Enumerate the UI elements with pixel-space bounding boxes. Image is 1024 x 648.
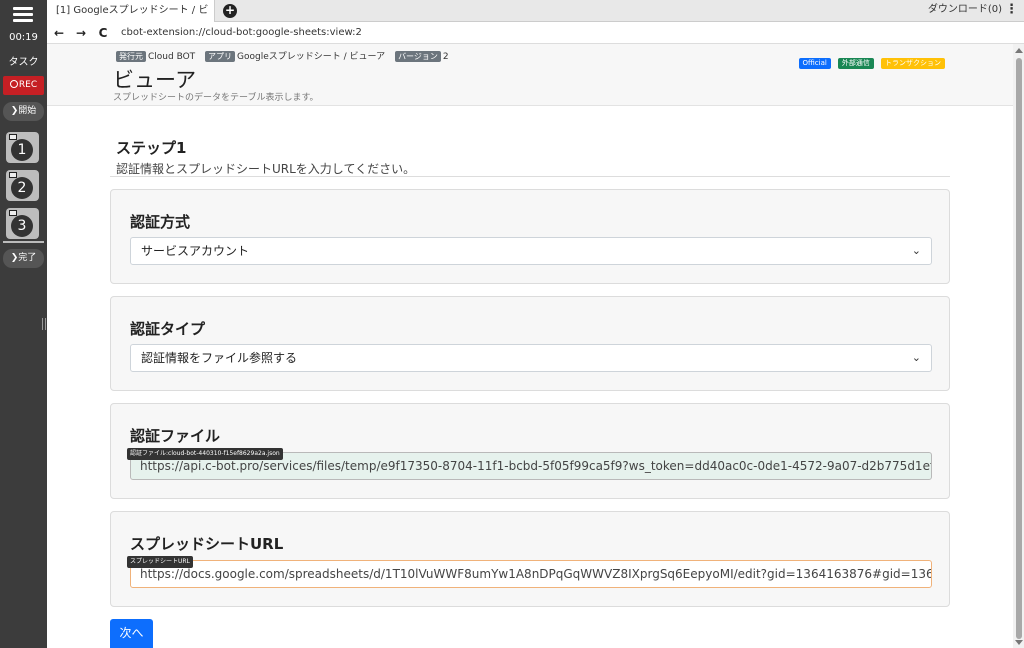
- done-button[interactable]: ❯完了: [3, 249, 44, 268]
- address-bar: ← → C cbot-extension://cloud-bot:google-…: [47, 22, 1024, 44]
- window-icon: [9, 172, 17, 178]
- auth-method-card: 認証方式 サービスアカウント ⌄: [110, 189, 950, 284]
- timer: 00:19: [9, 32, 38, 43]
- back-arrow-icon[interactable]: ←: [49, 22, 69, 44]
- auth-type-card: 認証タイプ 認証情報をファイル参照する ⌄: [110, 296, 950, 391]
- step-item-2[interactable]: 2: [6, 170, 39, 201]
- chevron-down-icon: ⌄: [911, 351, 921, 364]
- resize-handle[interactable]: [42, 318, 46, 330]
- page-description: スプレッドシートのデータをテーブル表示します。: [113, 93, 319, 103]
- next-button[interactable]: 次へ: [110, 619, 153, 648]
- tab-bar: [1] Googleスプレッドシート / ビュー + ダウンロード(0) ⋮: [47, 0, 1024, 38]
- auth-file-label: 認証ファイル: [130, 427, 221, 445]
- auth-file-tooltip: 認証ファイル:cloud-bot-440310-f15ef8629a2a.jso…: [127, 448, 283, 460]
- scroll-down-icon[interactable]: [1015, 640, 1023, 645]
- sheet-url-tooltip: スプレッドシートURL: [127, 556, 193, 568]
- browser-tab[interactable]: [1] Googleスプレッドシート / ビュー: [47, 0, 215, 38]
- auth-method-value: サービスアカウント: [141, 244, 250, 258]
- sheet-url-input[interactable]: https://docs.google.com/spreadsheets/d/1…: [130, 560, 932, 588]
- version-number: 2: [442, 52, 449, 62]
- more-menu-icon[interactable]: ⋮: [1005, 0, 1018, 20]
- auth-type-label: 認証タイプ: [130, 320, 206, 338]
- forward-arrow-icon[interactable]: →: [71, 22, 91, 44]
- step-number: 1: [11, 139, 33, 161]
- publisher-name: Cloud BOT: [148, 52, 196, 62]
- version-tag: バージョン: [395, 51, 441, 62]
- step-slider[interactable]: [3, 241, 44, 243]
- step-description: 認証情報とスプレッドシートURLを入力してください。: [116, 162, 416, 176]
- rec-button[interactable]: REC: [3, 76, 44, 95]
- transaction-badge: トランザクション: [881, 58, 945, 69]
- auth-type-select[interactable]: 認証情報をファイル参照する ⌄: [130, 344, 932, 372]
- chevron-down-icon: ⌄: [911, 244, 921, 257]
- task-label: タスク: [8, 57, 39, 68]
- download-button[interactable]: ダウンロード(0): [928, 0, 1002, 20]
- app-badges: Official 外部通信 トランザクション: [797, 50, 945, 69]
- auth-method-label: 認証方式: [130, 213, 191, 231]
- record-icon: [9, 80, 18, 88]
- sheet-url-card: スプレッドシートURL https://docs.google.com/spre…: [110, 511, 950, 607]
- publisher-tag: 発行元: [116, 51, 146, 62]
- scroll-up-icon[interactable]: [1015, 48, 1023, 53]
- step-number: 2: [11, 177, 33, 199]
- window-icon: [9, 134, 17, 140]
- menu-icon[interactable]: [13, 7, 33, 23]
- auth-method-select[interactable]: サービスアカウント ⌄: [130, 237, 932, 265]
- sheet-url-label: スプレッドシートURL: [130, 535, 284, 553]
- task-sidebar: 00:19 タスク REC ❯開始 1 2 3 ❯完了: [0, 0, 47, 648]
- step-item-1[interactable]: 1: [6, 132, 39, 163]
- step-number: 3: [11, 215, 33, 237]
- divider: [110, 176, 950, 177]
- app-meta: 発行元 Cloud BOT アプリ Googleスプレッドシート / ビューア バー…: [116, 49, 456, 62]
- window-icon: [9, 210, 17, 216]
- auth-file-card: 認証ファイル https://api.c-bot.pro/services/fi…: [110, 403, 950, 499]
- auth-type-value: 認証情報をファイル参照する: [141, 351, 298, 365]
- app-header: 発行元 Cloud BOT アプリ Googleスプレッドシート / ビューア バー…: [47, 44, 1013, 106]
- scroll-thumb[interactable]: [1016, 58, 1022, 639]
- app-tag: アプリ: [205, 51, 236, 62]
- official-badge: Official: [798, 58, 831, 69]
- page-scrollbar[interactable]: [1013, 44, 1024, 648]
- rec-label: REC: [18, 80, 38, 90]
- reload-icon[interactable]: C: [93, 22, 113, 44]
- app-name: Googleスプレッドシート / ビューア: [237, 52, 386, 62]
- new-tab-icon[interactable]: +: [223, 4, 237, 18]
- url-field[interactable]: cbot-extension://cloud-bot:google-sheets…: [121, 22, 362, 44]
- start-button[interactable]: ❯開始: [3, 102, 44, 121]
- step-title: ステップ1: [116, 139, 187, 157]
- step-item-3[interactable]: 3: [6, 208, 39, 239]
- external-comm-badge: 外部通信: [837, 58, 874, 69]
